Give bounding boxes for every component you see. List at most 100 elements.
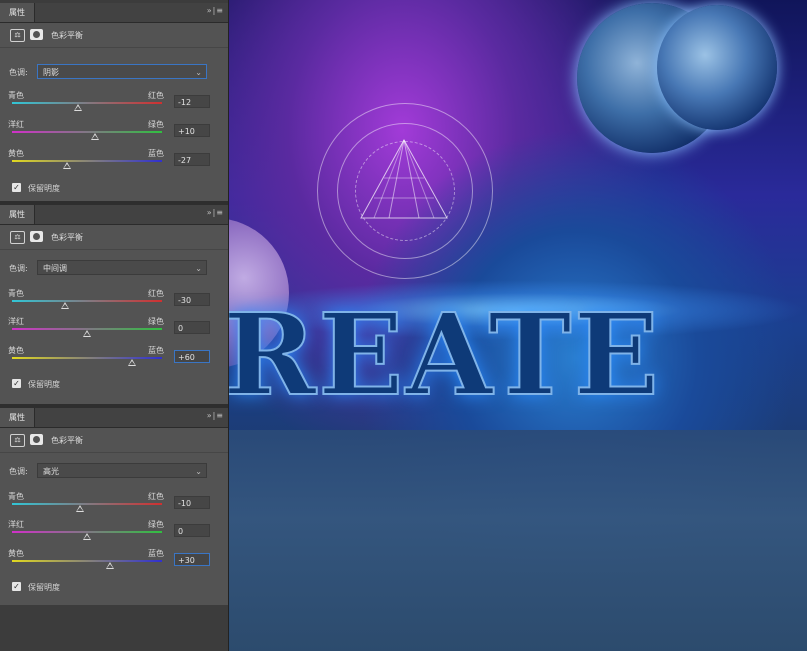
tab-properties[interactable]: 属性 <box>0 408 35 427</box>
tone-row: 色调: 高光 ⌄ <box>0 461 228 481</box>
slider-magenta-green[interactable]: 洋红 绿色 0 <box>0 316 228 344</box>
chevron-down-icon: ⌄ <box>195 264 202 273</box>
balance-scale-icon: ⚖ <box>10 231 25 244</box>
wireframe-pyramid-icon <box>360 138 448 219</box>
panel-tab-bar: 属性 »|≡ <box>0 3 228 23</box>
preserve-luminosity[interactable]: ✓ 保留明度 <box>0 181 228 197</box>
slider-value-input[interactable]: -27 <box>174 153 210 166</box>
slider-thumb[interactable] <box>83 330 91 337</box>
slider-value-input[interactable]: -30 <box>174 293 210 306</box>
tone-select-value: 阴影 <box>43 68 59 77</box>
slider-right-label: 红色 <box>148 492 164 501</box>
tone-row: 色调: 阴影 ⌄ <box>0 62 228 82</box>
checkbox-checked-icon[interactable]: ✓ <box>12 183 21 192</box>
tab-properties[interactable]: 属性 <box>0 205 35 224</box>
checkbox-checked-icon[interactable]: ✓ <box>12 379 21 388</box>
slider-track[interactable] <box>12 560 162 562</box>
slider-yellow-blue[interactable]: 黄色 蓝色 +60 <box>0 345 228 373</box>
slider-track[interactable] <box>12 300 162 302</box>
slider-left-label: 青色 <box>8 289 24 298</box>
slider-value-input[interactable]: +30 <box>174 553 210 566</box>
slider-cyan-red[interactable]: 青色 红色 -30 <box>0 288 228 316</box>
planet-small <box>657 5 777 130</box>
tone-select[interactable]: 高光 ⌄ <box>37 463 207 478</box>
slider-thumb[interactable] <box>128 359 136 366</box>
slider-cyan-red[interactable]: 青色 红色 -10 <box>0 491 228 519</box>
tone-row: 色调: 中间调 ⌄ <box>0 258 228 278</box>
slider-thumb[interactable] <box>75 505 84 512</box>
slider-left-label: 黄色 <box>8 149 24 158</box>
slider-track[interactable] <box>12 160 162 162</box>
slider-thumb[interactable] <box>105 562 114 569</box>
adjustment-title: 色彩平衡 <box>51 233 83 242</box>
tone-label: 色调: <box>9 264 28 273</box>
layer-mask-icon[interactable] <box>30 29 43 40</box>
slider-yellow-blue[interactable]: 黄色 蓝色 -27 <box>0 148 228 176</box>
document-canvas[interactable]: REATE <box>229 0 807 651</box>
preserve-luminosity[interactable]: ✓ 保留明度 <box>0 580 228 596</box>
tone-select-value: 中间调 <box>43 264 67 273</box>
slider-value-input[interactable]: -12 <box>174 95 210 108</box>
adjustment-title: 色彩平衡 <box>51 31 83 40</box>
slider-thumb[interactable] <box>83 533 91 540</box>
ground-floor <box>229 430 807 651</box>
adjustment-header: ⚖ 色彩平衡 <box>0 225 228 250</box>
properties-panel-1: 属性 »|≡ ⚖ 色彩平衡 色调: 阴影 ⌄ 青色 红色 -12 洋红 绿色 +… <box>0 3 228 201</box>
canvas-title-text: REATE <box>229 290 661 421</box>
slider-thumb[interactable] <box>90 133 99 140</box>
layer-mask-icon[interactable] <box>30 434 43 445</box>
tab-properties[interactable]: 属性 <box>0 3 35 22</box>
slider-track[interactable] <box>12 102 162 104</box>
slider-track[interactable] <box>12 503 162 505</box>
slider-left-label: 青色 <box>8 492 24 501</box>
slider-right-label: 蓝色 <box>148 346 164 355</box>
panel-tab-bar: 属性 »|≡ <box>0 408 228 428</box>
panel-menu-icon[interactable]: »|≡ <box>207 6 224 15</box>
slider-left-label: 洋红 <box>8 317 24 326</box>
preserve-luminosity-label: 保留明度 <box>28 583 60 592</box>
slider-right-label: 红色 <box>148 91 164 100</box>
preserve-luminosity-label: 保留明度 <box>28 184 60 193</box>
slider-value-input[interactable]: 0 <box>174 321 210 334</box>
slider-thumb[interactable] <box>62 162 71 169</box>
slider-value-input[interactable]: +10 <box>174 124 210 137</box>
slider-right-label: 蓝色 <box>148 549 164 558</box>
slider-magenta-green[interactable]: 洋红 绿色 +10 <box>0 119 228 147</box>
slider-thumb[interactable] <box>74 104 82 111</box>
slider-value-input[interactable]: 0 <box>174 524 210 537</box>
tone-label: 色调: <box>9 68 28 77</box>
panel-menu-icon[interactable]: »|≡ <box>207 411 224 420</box>
panel-tab-bar: 属性 »|≡ <box>0 205 228 225</box>
adjustment-title: 色彩平衡 <box>51 436 83 445</box>
panel-menu-icon[interactable]: »|≡ <box>207 208 224 217</box>
tone-select[interactable]: 阴影 ⌄ <box>37 64 207 79</box>
slider-right-label: 红色 <box>148 289 164 298</box>
slider-cyan-red[interactable]: 青色 红色 -12 <box>0 90 228 118</box>
properties-panel-2: 属性 »|≡ ⚖ 色彩平衡 色调: 中间调 ⌄ 青色 红色 -30 洋红 绿色 … <box>0 205 228 404</box>
slider-yellow-blue[interactable]: 黄色 蓝色 +30 <box>0 548 228 576</box>
slider-right-label: 蓝色 <box>148 149 164 158</box>
slider-left-label: 黄色 <box>8 549 24 558</box>
chevron-down-icon: ⌄ <box>195 467 202 476</box>
slider-left-label: 黄色 <box>8 346 24 355</box>
properties-panel-3: 属性 »|≡ ⚖ 色彩平衡 色调: 高光 ⌄ 青色 红色 -10 洋红 绿色 0… <box>0 408 228 605</box>
layer-mask-icon[interactable] <box>30 231 43 242</box>
checkbox-checked-icon[interactable]: ✓ <box>12 582 21 591</box>
balance-scale-icon: ⚖ <box>10 29 25 42</box>
tone-label: 色调: <box>9 467 28 476</box>
slider-value-input[interactable]: +60 <box>174 350 210 363</box>
slider-magenta-green[interactable]: 洋红 绿色 0 <box>0 519 228 547</box>
balance-scale-icon: ⚖ <box>10 434 25 447</box>
slider-right-label: 绿色 <box>148 120 164 129</box>
tone-select-value: 高光 <box>43 467 59 476</box>
slider-left-label: 洋红 <box>8 520 24 529</box>
slider-track[interactable] <box>12 357 162 359</box>
adjustment-header: ⚖ 色彩平衡 <box>0 428 228 453</box>
slider-track[interactable] <box>12 131 162 133</box>
tone-select[interactable]: 中间调 ⌄ <box>37 260 207 275</box>
slider-right-label: 绿色 <box>148 520 164 529</box>
slider-right-label: 绿色 <box>148 317 164 326</box>
slider-value-input[interactable]: -10 <box>174 496 210 509</box>
preserve-luminosity[interactable]: ✓ 保留明度 <box>0 377 228 393</box>
slider-thumb[interactable] <box>60 302 69 309</box>
